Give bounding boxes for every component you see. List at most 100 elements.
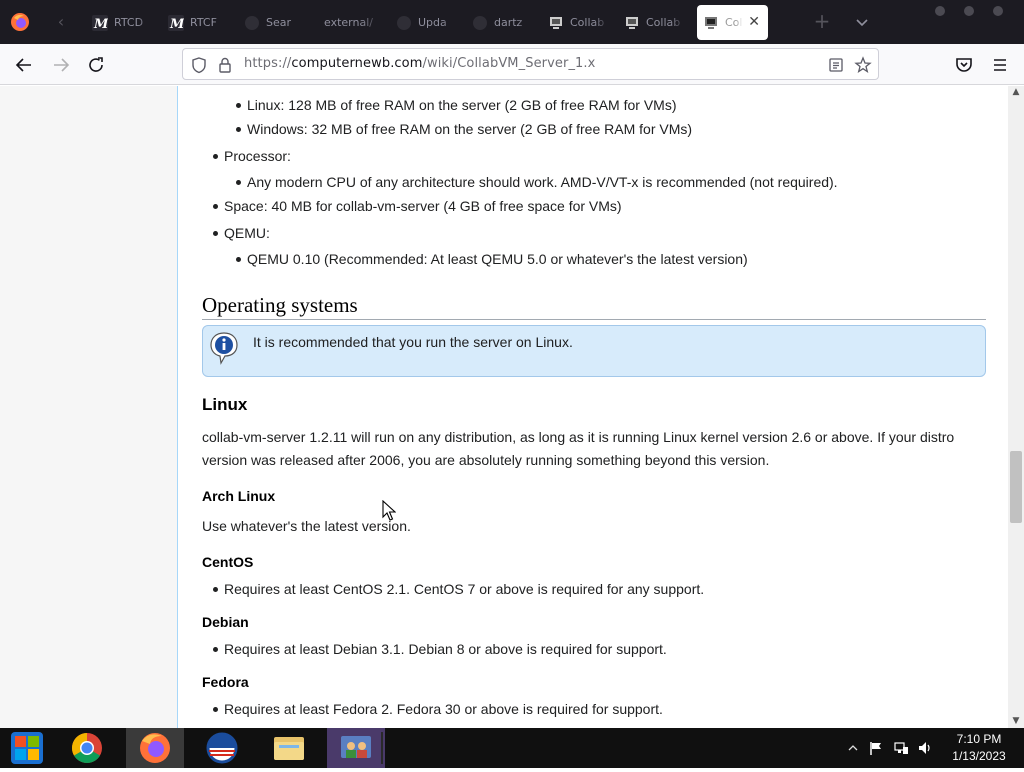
taskbar-users-app[interactable]	[327, 728, 385, 768]
taskbar-firefox[interactable]	[126, 728, 184, 768]
new-tab-button[interactable]: +	[812, 10, 832, 32]
tab-update[interactable]: Upda	[394, 5, 468, 40]
forward-icon[interactable]	[49, 53, 73, 77]
close-window-button[interactable]	[993, 6, 1003, 16]
url-bar[interactable]: https://computernewb.com/wiki/CollabVM_S…	[182, 48, 879, 80]
volume-icon[interactable]	[917, 740, 933, 756]
chevron-down-icon[interactable]	[852, 12, 872, 32]
info-notice-text: It is recommended that you run the serve…	[253, 334, 573, 350]
list-item: QEMU 0.10 (Recommended: At least QEMU 5.…	[236, 251, 748, 267]
list-item: Processor:	[213, 148, 291, 164]
navigation-toolbar: https://computernewb.com/wiki/CollabVM_S…	[0, 44, 1024, 85]
list-item: Space: 40 MB for collab-vm-server (4 GB …	[213, 198, 622, 214]
paragraph-line: version was released after 2006, you are…	[202, 452, 770, 468]
collabvm-icon	[626, 17, 638, 29]
tab-rtcf[interactable]: M RTCF	[166, 5, 240, 40]
vertical-scrollbar[interactable]: ▲ ▼	[1008, 86, 1024, 728]
tab-scroll-left-button[interactable]: ‹	[50, 8, 72, 36]
reader-view-icon[interactable]	[827, 56, 845, 74]
list-item: Linux: 128 MB of free RAM on the server …	[236, 97, 677, 113]
tab-collab-1[interactable]: Collab	[546, 5, 620, 40]
subsection-heading-fedora: Fedora	[202, 674, 249, 690]
page-viewport: Linux: 128 MB of free RAM on the server …	[0, 86, 1008, 728]
m-logo-icon: M	[92, 15, 108, 31]
url-host: computernewb.com	[291, 56, 423, 71]
info-notice-box: It is recommended that you run the serve…	[202, 325, 986, 377]
info-icon	[210, 332, 238, 365]
list-item: Any modern CPU of any architecture shoul…	[236, 174, 838, 190]
tab-collab-active[interactable]: Coll ✕	[697, 5, 768, 40]
scrollbar-thumb[interactable]	[1010, 451, 1022, 523]
scroll-down-arrow-icon[interactable]: ▼	[1011, 716, 1021, 726]
taskbar-separator	[381, 732, 383, 764]
firefox-menu-icon[interactable]	[10, 12, 30, 32]
tab-search[interactable]: Sear	[242, 5, 316, 40]
wiki-content: Linux: 128 MB of free RAM on the server …	[177, 86, 1008, 728]
bookmark-star-icon[interactable]	[854, 56, 872, 74]
tab-rtcd[interactable]: M RTCD	[90, 5, 164, 40]
folder-icon	[274, 737, 304, 760]
paragraph: Use whatever's the latest version.	[202, 518, 411, 534]
taskbar: 7:10 PM 1/13/2023	[0, 728, 1024, 768]
taskbar-file-explorer[interactable]	[260, 728, 318, 768]
reload-icon[interactable]	[84, 53, 108, 77]
hamburger-menu-icon[interactable]	[988, 53, 1012, 77]
taskbar-chrome[interactable]	[58, 728, 116, 768]
network-icon[interactable]	[893, 740, 909, 756]
tab-label: RTCF	[190, 16, 217, 29]
tab-label: Coll	[725, 16, 743, 29]
list-item: Requires at least CentOS 2.1. CentOS 7 o…	[212, 581, 705, 597]
show-hidden-icons-icon[interactable]	[845, 740, 861, 756]
pocket-icon[interactable]	[952, 53, 976, 77]
start-button[interactable]	[0, 728, 58, 768]
taskbar-obama-app[interactable]	[193, 728, 251, 768]
maximize-button[interactable]	[964, 6, 974, 16]
paragraph-line: collab-vm-server 1.2.11 will run on any …	[202, 429, 955, 445]
collabvm-icon	[550, 17, 562, 29]
tab-label: Collab	[646, 16, 681, 29]
tab-label: RTCD	[114, 16, 144, 29]
subsection-heading-centos: CentOS	[202, 554, 254, 570]
tab-dartz[interactable]: dartz	[470, 5, 544, 40]
lock-icon[interactable]	[216, 56, 234, 74]
minimize-button[interactable]	[935, 6, 945, 16]
shield-icon[interactable]	[190, 56, 208, 74]
users-icon	[341, 736, 371, 758]
svg-text:M: M	[93, 17, 108, 31]
tab-external[interactable]: external/	[318, 5, 392, 40]
url-path: /wiki/CollabVM_Server_1.x	[422, 56, 596, 71]
system-clock[interactable]: 7:10 PM 1/13/2023	[944, 731, 1014, 765]
tab-label: Sear	[266, 16, 292, 29]
update-icon	[397, 16, 411, 30]
list-item: QEMU:	[213, 225, 270, 241]
collabvm-icon	[705, 17, 717, 29]
subsection-heading-debian: Debian	[202, 614, 249, 630]
tab-label: Upda	[418, 16, 447, 29]
url-prefix: https://	[244, 56, 292, 71]
section-heading: Operating systems	[202, 293, 358, 317]
dartz-icon	[473, 16, 487, 30]
url-text[interactable]: https://computernewb.com/wiki/CollabVM_S…	[244, 49, 595, 79]
obama-logo-icon	[206, 732, 238, 764]
close-tab-icon[interactable]: ✕	[748, 5, 760, 40]
action-center-flag-icon[interactable]	[868, 740, 884, 756]
clock-time: 7:10 PM	[956, 732, 1002, 746]
tab-collab-2[interactable]: Collab	[622, 5, 696, 40]
scroll-up-arrow-icon[interactable]: ▲	[1011, 87, 1021, 97]
list-item: Requires at least Debian 3.1. Debian 8 o…	[213, 641, 667, 657]
list-item: Windows: 32 MB of free RAM on the server…	[235, 121, 693, 137]
back-icon[interactable]	[12, 53, 36, 77]
tab-label: external/	[324, 16, 373, 29]
subsection-heading-arch: Arch Linux	[202, 488, 276, 504]
mouse-cursor-icon	[382, 500, 396, 521]
svg-text:M: M	[169, 17, 184, 31]
subsection-heading-linux: Linux	[202, 395, 248, 414]
firefox-icon	[140, 733, 170, 763]
m-logo-icon: M	[168, 15, 184, 31]
tab-strip: ‹ M RTCD M RTCF Sear external/ Upda dart…	[0, 0, 1024, 44]
clock-date: 1/13/2023	[952, 749, 1006, 763]
search-icon	[245, 16, 259, 30]
list-item: Requires at least Fedora 2. Fedora 30 or…	[213, 701, 663, 717]
start-orb-icon	[11, 732, 43, 764]
chrome-icon	[71, 733, 102, 764]
